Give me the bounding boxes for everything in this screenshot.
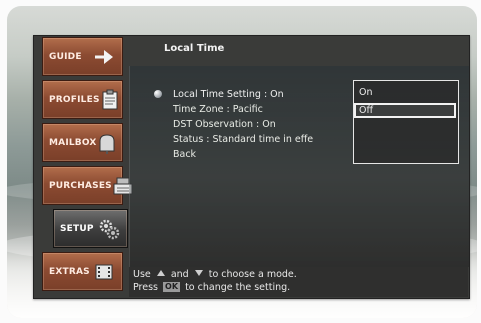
back-button[interactable]: Back — [173, 147, 313, 162]
tab-guide[interactable]: GUIDE — [42, 37, 123, 76]
help-bar: Use and to choose a mode. Press OK to ch… — [129, 267, 468, 297]
help-and-text: and — [170, 269, 189, 280]
ok-button-icon: OK — [163, 282, 181, 292]
help-change-text: to change the setting. — [185, 282, 291, 293]
tab-profiles[interactable]: PROFILES — [42, 80, 123, 119]
tab-mailbox[interactable]: MAILBOX — [42, 123, 123, 162]
setting-time-zone[interactable]: Time Zone : Pacific — [173, 102, 313, 117]
settings-list: Local Time Setting : On Time Zone : Paci… — [173, 87, 313, 162]
tv-frame: GUIDE PROFILES MAILBOX PURCHASES SETUP E… — [0, 0, 481, 323]
setting-status: Status : Standard time in effe — [173, 134, 314, 145]
tab-purchases-label: PURCHASES — [49, 180, 112, 191]
option-popup: On Off — [353, 80, 459, 164]
mailbox-icon — [97, 130, 117, 156]
tab-guide-label: GUIDE — [49, 51, 82, 62]
tab-mailbox-label: MAILBOX — [49, 137, 97, 148]
setting-local-time[interactable]: Local Time Setting : On — [173, 87, 313, 102]
selection-cursor-icon — [154, 90, 162, 98]
arrow-right-icon — [91, 44, 117, 70]
help-use-text: Use — [133, 269, 151, 280]
tab-extras-label: EXTRAS — [49, 266, 90, 277]
side-menu: GUIDE PROFILES MAILBOX PURCHASES SETUP E… — [33, 35, 133, 297]
tab-setup-label: SETUP — [60, 223, 94, 234]
setting-dst[interactable]: DST Observation : On — [173, 117, 313, 132]
tab-profiles-label: PROFILES — [49, 94, 100, 105]
tab-extras[interactable]: EXTRAS — [42, 252, 123, 291]
help-press-text: Press — [133, 282, 159, 293]
gears-icon — [96, 216, 122, 242]
film-icon — [91, 259, 117, 285]
tab-setup[interactable]: SETUP — [53, 209, 128, 248]
clipboard-icon — [100, 87, 120, 113]
up-arrow-icon — [156, 270, 165, 276]
help-line-2: Press OK to change the setting. — [133, 282, 290, 293]
option-off[interactable]: Off — [354, 103, 456, 118]
tab-purchases[interactable]: PURCHASES — [42, 166, 133, 205]
help-line-1: Use and to choose a mode. — [133, 269, 297, 280]
page-title: Local Time — [164, 43, 225, 54]
help-choose-text: to choose a mode. — [208, 269, 297, 280]
option-on[interactable]: On — [354, 85, 456, 100]
down-arrow-icon — [194, 270, 203, 276]
